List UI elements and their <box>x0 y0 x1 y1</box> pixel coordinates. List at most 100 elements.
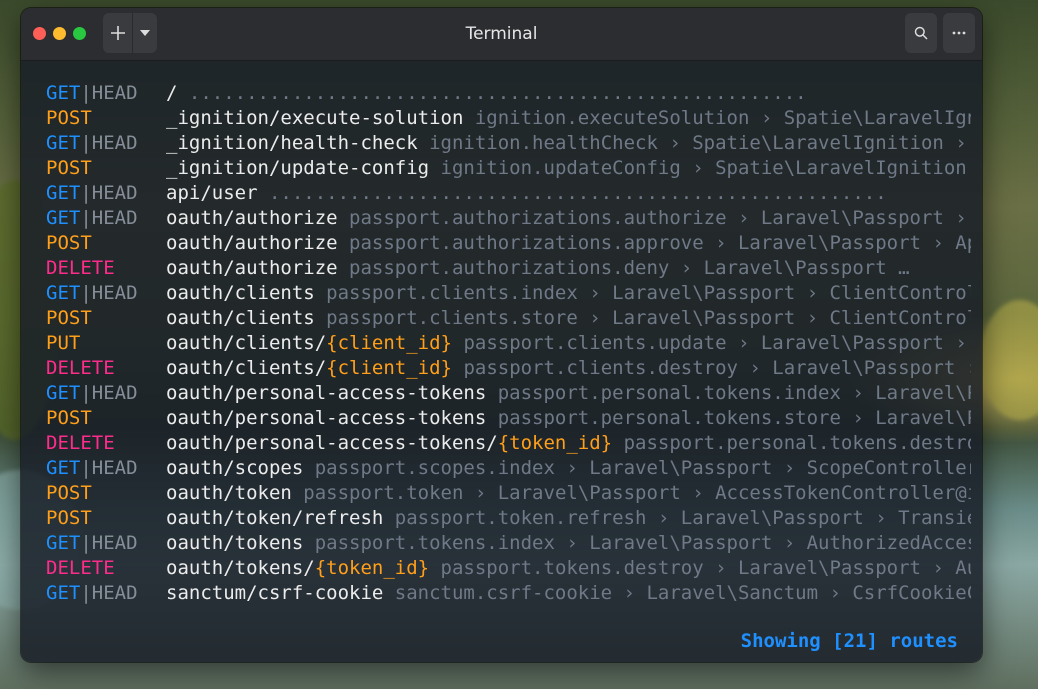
route-name-action: passport.clients.update › Laravel\Passpo… <box>463 332 971 354</box>
route-name-action: passport.token.refresh › Laravel\Passpor… <box>394 507 971 529</box>
titlebar: Terminal <box>21 8 982 61</box>
route-row: GET|HEAD oauth/personal-access-tokens pas… <box>46 381 971 406</box>
method-separator: | <box>80 582 92 604</box>
route-uri: oauth/tokens/ <box>166 557 315 579</box>
route-row: POST oauth/token passport.token › Laravel… <box>46 481 971 506</box>
http-verb: GET <box>46 532 81 554</box>
route-method: POST <box>46 231 92 256</box>
route-path: / ......................................… <box>166 81 971 106</box>
route-uri: oauth/clients/ <box>166 332 327 354</box>
route-name-action: ........................................… <box>177 82 807 104</box>
http-verb: DELETE <box>46 557 115 579</box>
new-tab-button-group <box>103 13 157 53</box>
http-verb: POST <box>46 482 92 504</box>
http-verb-head: HEAD <box>91 132 138 154</box>
terminal-window: Terminal GET|HEAD / .....................… <box>21 8 982 662</box>
http-verb-head: HEAD <box>91 82 138 104</box>
route-path: oauth/scopes passport.scopes.index › Lar… <box>166 456 971 481</box>
route-row: POST _ignition/update-config ignition.upd… <box>46 156 971 181</box>
route-name-action: passport.tokens.destroy › Laravel\Passpo… <box>440 557 971 579</box>
route-row: PUT oauth/clients/{client_id} passport.cl… <box>46 331 971 356</box>
search-button[interactable] <box>905 13 937 53</box>
route-row: POST oauth/clients passport.clients.store… <box>46 306 971 331</box>
http-verb: POST <box>46 507 92 529</box>
route-name-action: passport.scopes.index › Laravel\Passport… <box>303 457 971 479</box>
route-uri: oauth/authorize <box>166 207 338 229</box>
http-verb: PUT <box>46 332 81 354</box>
http-verb: GET <box>46 82 81 104</box>
route-uri: oauth/personal-access-tokens <box>166 407 487 429</box>
route-method: POST <box>46 306 92 331</box>
route-uri: oauth/token/refresh <box>166 507 384 529</box>
route-row: GET|HEAD api/user .......................… <box>46 181 971 206</box>
route-name-action: passport.tokens.index › Laravel\Passport… <box>314 532 971 554</box>
route-name-action: passport.clients.destroy › Laravel\Passp… <box>463 357 971 379</box>
http-verb: GET <box>46 582 81 604</box>
http-verb: DELETE <box>46 257 115 279</box>
route-method: GET|HEAD <box>46 281 138 306</box>
route-method: GET|HEAD <box>46 131 138 156</box>
route-method: POST <box>46 406 92 431</box>
http-verb: POST <box>46 157 92 179</box>
route-parameter: {client_id} <box>326 332 452 354</box>
new-tab-button[interactable] <box>104 13 132 53</box>
route-path: oauth/authorize passport.authorizations.… <box>166 206 971 231</box>
route-uri: api/user <box>166 182 258 204</box>
background-foliage <box>980 300 1038 420</box>
route-uri: oauth/personal-access-tokens/ <box>166 432 498 454</box>
close-window-button[interactable] <box>33 27 46 40</box>
http-verb: POST <box>46 407 92 429</box>
route-name-action: passport.token › Laravel\Passport › Acce… <box>303 482 971 504</box>
http-verb: POST <box>46 232 92 254</box>
route-method: GET|HEAD <box>46 206 138 231</box>
route-name-action: ........................................… <box>257 182 887 204</box>
http-verb: GET <box>46 457 81 479</box>
route-uri: oauth/clients/ <box>166 357 327 379</box>
route-name-action: passport.authorizations.deny › Laravel\P… <box>337 257 910 279</box>
route-method: GET|HEAD <box>46 531 138 556</box>
route-path: oauth/clients passport.clients.index › L… <box>166 281 971 306</box>
route-method: GET|HEAD <box>46 181 138 206</box>
route-method: DELETE <box>46 556 115 581</box>
http-verb: GET <box>46 182 81 204</box>
route-path: oauth/personal-access-tokens passport.pe… <box>166 406 971 431</box>
route-row: POST _ignition/execute-solution ignition.… <box>46 106 971 131</box>
route-row: GET|HEAD _ignition/health-check ignition.… <box>46 131 971 156</box>
http-verb-head: HEAD <box>91 182 138 204</box>
route-path: oauth/clients passport.clients.store › L… <box>166 306 971 331</box>
http-verb: GET <box>46 382 81 404</box>
route-name-action: passport.authorizations.authorize › Lara… <box>349 207 971 229</box>
route-row: GET|HEAD oauth/authorize passport.authori… <box>46 206 971 231</box>
route-uri: oauth/personal-access-tokens <box>166 382 487 404</box>
route-method: POST <box>46 506 92 531</box>
route-method: GET|HEAD <box>46 456 138 481</box>
maximize-window-button[interactable] <box>73 27 86 40</box>
terminal-output[interactable]: GET|HEAD / ..............................… <box>46 81 971 606</box>
route-path: _ignition/execute-solution ignition.exec… <box>166 106 971 131</box>
http-verb: GET <box>46 132 81 154</box>
chevron-down-icon <box>139 30 150 36</box>
search-icon <box>914 26 928 40</box>
http-verb: GET <box>46 282 81 304</box>
route-row: GET|HEAD sanctum/csrf-cookie sanctum.csrf… <box>46 581 971 606</box>
new-tab-dropdown-button[interactable] <box>133 13 157 53</box>
route-row: DELETE oauth/personal-access-tokens/{toke… <box>46 431 971 456</box>
http-verb-head: HEAD <box>91 582 138 604</box>
route-path: _ignition/update-config ignition.updateC… <box>166 156 971 181</box>
route-method: DELETE <box>46 356 115 381</box>
http-verb: DELETE <box>46 432 115 454</box>
route-path: oauth/tokens passport.tokens.index › Lar… <box>166 531 971 556</box>
method-separator: | <box>80 82 92 104</box>
method-separator: | <box>80 532 92 554</box>
method-separator: | <box>80 182 92 204</box>
method-separator: | <box>80 132 92 154</box>
method-separator: | <box>80 382 92 404</box>
route-path: oauth/authorize passport.authorizations.… <box>166 256 971 281</box>
route-uri: oauth/authorize <box>166 232 338 254</box>
route-path: oauth/personal-access-tokens passport.pe… <box>166 381 971 406</box>
route-method: GET|HEAD <box>46 581 138 606</box>
route-path: oauth/authorize passport.authorizations.… <box>166 231 971 256</box>
minimize-window-button[interactable] <box>53 27 66 40</box>
menu-button[interactable] <box>943 13 975 53</box>
http-verb: POST <box>46 307 92 329</box>
